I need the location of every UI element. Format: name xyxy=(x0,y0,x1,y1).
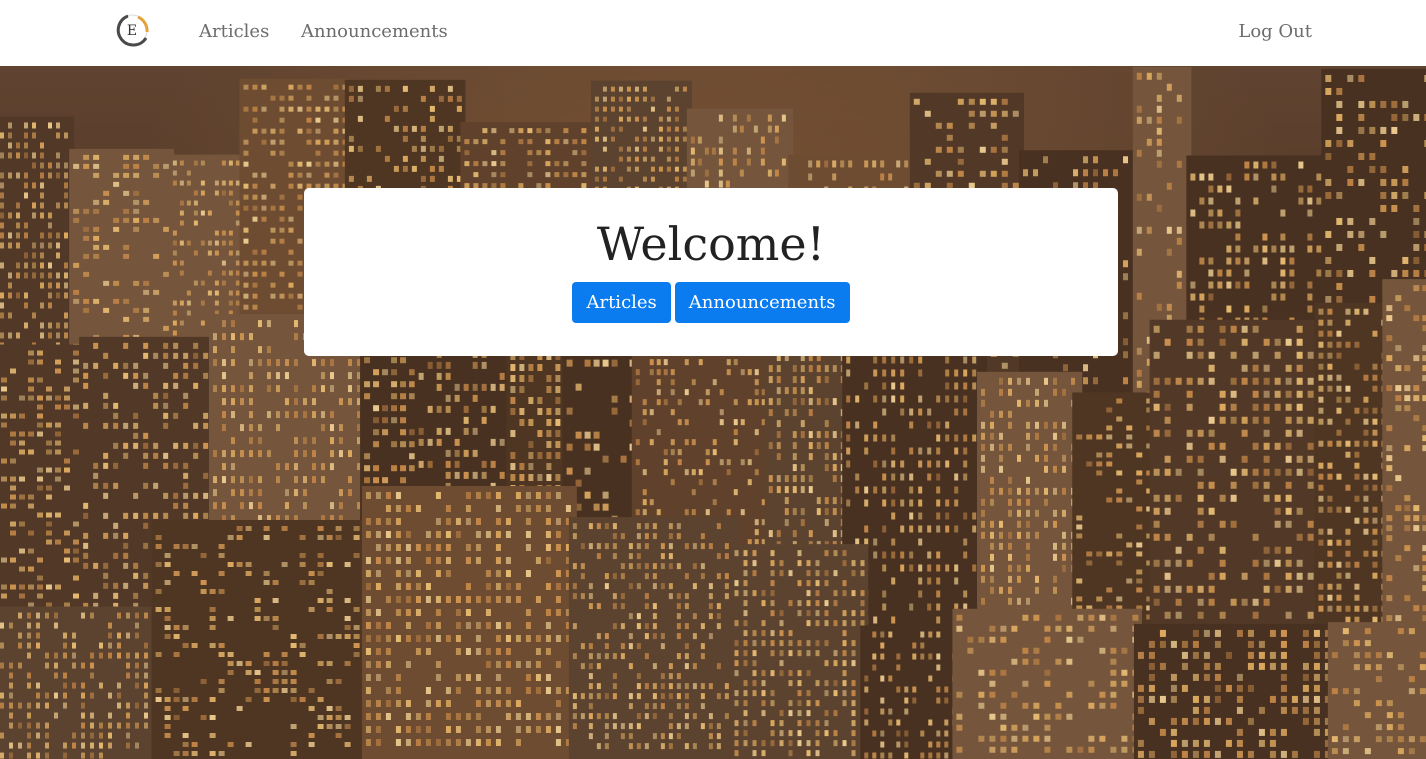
welcome-card: Welcome! Articles Announcements xyxy=(304,188,1118,356)
top-navbar: E Articles Announcements Log Out xyxy=(0,0,1426,66)
announcements-button[interactable]: Announcements xyxy=(674,282,850,323)
warm-tint-overlay xyxy=(0,66,1426,759)
nav-link-articles[interactable]: Articles xyxy=(199,20,269,44)
welcome-button-group: Articles Announcements xyxy=(304,282,1118,323)
logout-link[interactable]: Log Out xyxy=(1238,20,1312,44)
city-background-image xyxy=(0,66,1426,759)
logo-icon: E xyxy=(116,14,149,47)
logo-letter: E xyxy=(127,23,137,39)
welcome-heading: Welcome! xyxy=(596,217,826,271)
articles-button[interactable]: Articles xyxy=(572,282,671,323)
city-skyline-illustration xyxy=(0,66,1426,759)
nav-link-announcements[interactable]: Announcements xyxy=(301,20,448,44)
brand-logo[interactable]: E xyxy=(114,12,150,52)
